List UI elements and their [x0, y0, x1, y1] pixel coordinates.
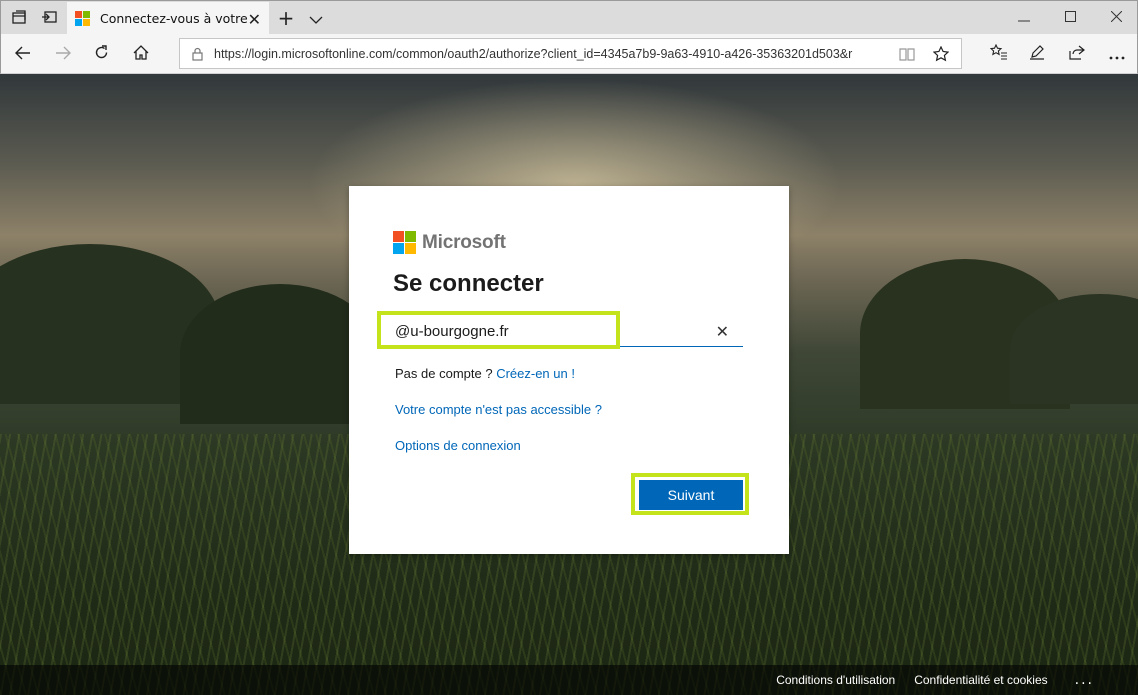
new-tab-button[interactable]: +	[273, 1, 299, 35]
minimize-button[interactable]	[1001, 1, 1047, 35]
no-account-text: Pas de compte ?	[395, 366, 493, 381]
address-url[interactable]: https://login.microsoftonline.com/common…	[214, 47, 890, 61]
chevron-down-icon	[309, 9, 323, 28]
microsoft-logo-icon	[393, 231, 416, 254]
back-button[interactable]	[3, 34, 43, 74]
web-note-button[interactable]	[1017, 34, 1057, 74]
home-button[interactable]	[121, 34, 161, 74]
set-aside-icon	[41, 9, 57, 28]
signin-heading: Se connecter	[393, 270, 544, 297]
page-footer: Conditions d'utilisation Confidentialité…	[0, 665, 1138, 695]
clear-field-icon[interactable]: ✕	[716, 322, 729, 341]
tab-bar: Connectez-vous à votre ✕ +	[0, 0, 1138, 35]
arrow-right-icon	[55, 45, 71, 64]
close-window-button[interactable]	[1093, 1, 1138, 35]
tab-title: Connectez-vous à votre	[100, 11, 248, 26]
arrow-left-icon	[15, 45, 31, 64]
terms-link[interactable]: Conditions d'utilisation	[776, 673, 895, 687]
maximize-icon	[1064, 10, 1076, 26]
next-button[interactable]: Suivant	[639, 480, 743, 510]
reading-view-icon[interactable]	[890, 39, 924, 68]
more-dots-icon	[1109, 45, 1125, 64]
favorites-list-icon	[989, 43, 1008, 64]
close-icon	[1110, 10, 1122, 26]
tab-preview-button[interactable]	[303, 1, 329, 35]
microsoft-favicon-icon	[75, 10, 91, 27]
brand-name: Microsoft	[422, 231, 506, 253]
email-highlight-frame	[377, 311, 620, 349]
account-inaccessible-link[interactable]: Votre compte n'est pas accessible ?	[395, 402, 602, 417]
address-bar[interactable]: https://login.microsoftonline.com/common…	[179, 38, 962, 69]
home-icon	[133, 44, 149, 64]
microsoft-logo: Microsoft	[393, 231, 506, 254]
set-aside-tabs-button[interactable]	[35, 1, 63, 35]
maximize-button[interactable]	[1047, 1, 1093, 35]
signin-options-link[interactable]: Options de connexion	[395, 438, 521, 453]
footer-more-button[interactable]: ...	[1075, 672, 1094, 688]
refresh-button[interactable]	[81, 34, 121, 74]
create-account-link[interactable]: Créez-en un !	[496, 366, 575, 381]
navigation-bar: https://login.microsoftonline.com/common…	[0, 34, 1138, 74]
refresh-icon	[94, 44, 109, 64]
settings-more-button[interactable]	[1097, 34, 1137, 74]
inaccessible-account-line: Votre compte n'est pas accessible ?	[395, 402, 602, 417]
tab-actions-button[interactable]	[5, 1, 33, 35]
no-account-line: Pas de compte ? Créez-en un !	[395, 366, 575, 381]
share-button[interactable]	[1057, 34, 1097, 74]
forward-button[interactable]	[43, 34, 83, 74]
minimize-icon	[1018, 10, 1030, 26]
tabs-aside-icon	[12, 9, 26, 28]
plus-icon: +	[277, 6, 295, 30]
lock-icon[interactable]	[180, 47, 214, 61]
signin-card: Microsoft Se connecter ✕ Pas de compte ?…	[349, 186, 789, 554]
active-tab[interactable]: Connectez-vous à votre ✕	[67, 2, 269, 35]
privacy-link[interactable]: Confidentialité et cookies	[914, 673, 1047, 687]
favorite-star-icon[interactable]	[924, 39, 958, 68]
favorites-hub-button[interactable]	[979, 34, 1019, 74]
share-icon	[1069, 45, 1085, 64]
signin-options-line: Options de connexion	[395, 438, 521, 453]
close-tab-icon[interactable]: ✕	[248, 10, 261, 29]
pen-icon	[1029, 44, 1045, 64]
